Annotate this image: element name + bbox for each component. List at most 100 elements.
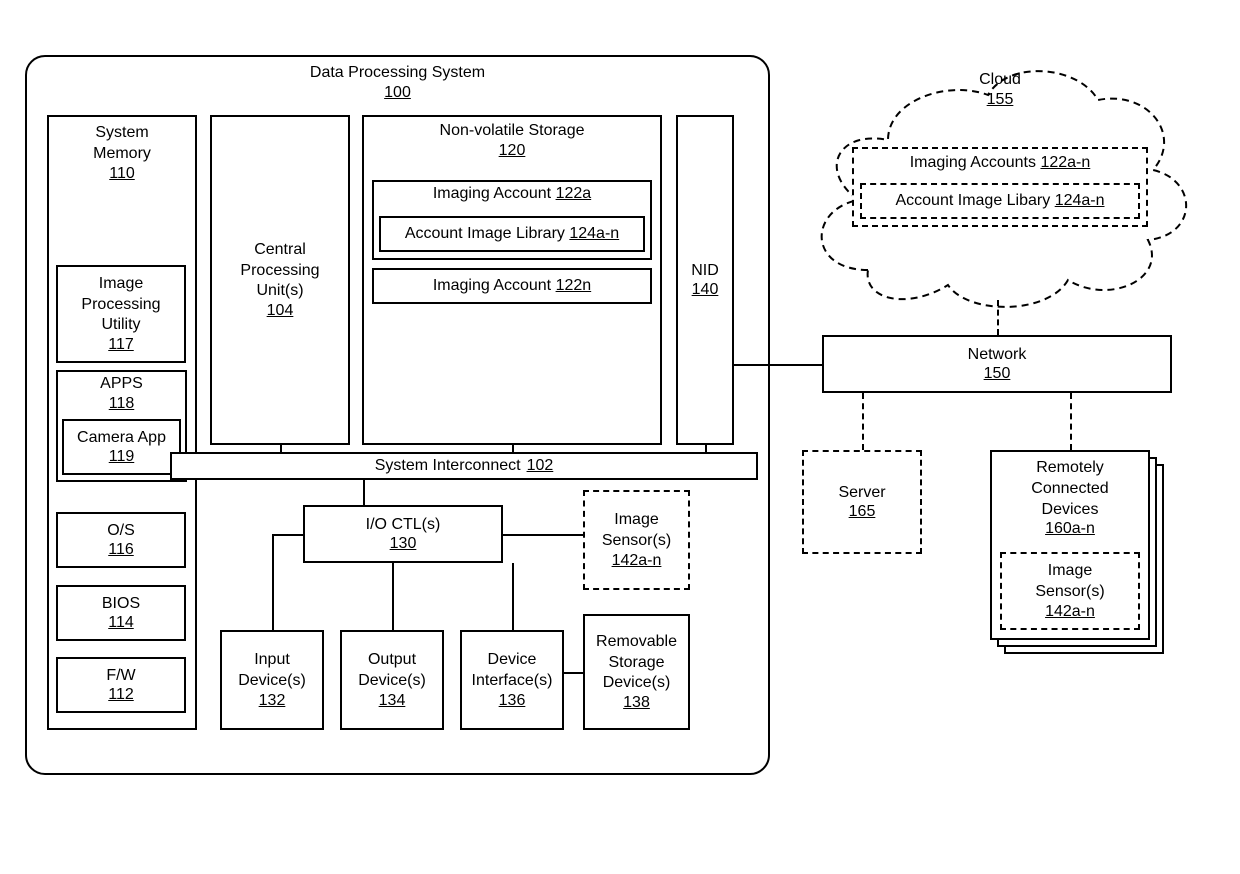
imgsens-title-1: Image xyxy=(614,510,658,531)
bios-title: BIOS xyxy=(102,594,140,615)
cloudlib-num: 124a-n xyxy=(1055,192,1105,209)
devint-num: 136 xyxy=(499,692,526,710)
cam-num: 119 xyxy=(109,448,135,466)
imgacctn-box: Imaging Account 122n xyxy=(372,268,652,304)
cpu-num: 104 xyxy=(267,302,294,320)
server-num: 165 xyxy=(849,503,876,521)
line-ioctl-imgsens xyxy=(503,534,583,536)
cpu-box: Central Processing Unit(s) 104 xyxy=(210,115,350,445)
os-box: O/S 116 xyxy=(56,512,186,568)
imgacct1-label: Imaging Account 122a xyxy=(433,184,591,205)
output-title-1: Output xyxy=(368,650,416,671)
remstor-box: Removable Storage Device(s) 138 xyxy=(583,614,690,730)
sysint-title: System Interconnect xyxy=(375,456,521,477)
network-box: Network 150 xyxy=(822,335,1172,393)
output-box: Output Device(s) 134 xyxy=(340,630,444,730)
sysint-box: System Interconnect 102 xyxy=(170,452,758,480)
line-nid-int xyxy=(705,445,707,452)
rcd-sens-box: Image Sensor(s) 142a-n xyxy=(1000,552,1140,630)
cpu-title-1: Central xyxy=(254,240,306,261)
remstor-num: 138 xyxy=(623,694,650,712)
rcdsens-num: 142a-n xyxy=(1045,603,1095,621)
input-title-1: Input xyxy=(254,650,290,671)
remstor-title-2: Storage xyxy=(608,653,664,674)
remstor-title-1: Removable xyxy=(596,632,677,653)
ioctl-num: 130 xyxy=(390,535,417,553)
line-cpu-int xyxy=(280,445,282,452)
fw-box: F/W 112 xyxy=(56,657,186,713)
ipu-title-2: Processing xyxy=(81,295,160,316)
nvs-title: Non-volatile Storage xyxy=(440,121,585,142)
imgsens-num: 142a-n xyxy=(612,552,662,570)
bios-box: BIOS 114 xyxy=(56,585,186,641)
input-title-2: Device(s) xyxy=(238,671,306,692)
devint-title-2: Interface(s) xyxy=(472,671,553,692)
line-cloud-network xyxy=(997,300,999,335)
os-num: 116 xyxy=(108,541,134,559)
line-ioctl-down-mid1 xyxy=(392,563,394,630)
apps-title: APPS xyxy=(100,374,143,395)
cloudlib-title: Account Image Libary xyxy=(895,192,1050,209)
bios-num: 114 xyxy=(108,614,134,632)
line-int-ioctl xyxy=(363,480,365,505)
dps-title: Data Processing System xyxy=(310,63,485,84)
devint-title-1: Device xyxy=(488,650,537,671)
line-nvs-int xyxy=(512,445,514,452)
line-devint-remstor xyxy=(564,672,583,674)
input-box: Input Device(s) 132 xyxy=(220,630,324,730)
server-title: Server xyxy=(838,483,885,504)
os-title: O/S xyxy=(107,521,135,542)
cloudacct-title: Imaging Accounts xyxy=(910,154,1036,171)
apps-num: 118 xyxy=(109,395,135,413)
devint-box: Device Interface(s) 136 xyxy=(460,630,564,730)
ioctl-title: I/O CTL(s) xyxy=(366,515,441,536)
line-ioctl-down-mid2 xyxy=(512,563,514,630)
dps-num: 100 xyxy=(384,84,411,102)
cloudacct-num: 122a-n xyxy=(1040,154,1090,171)
cam-title: Camera App xyxy=(77,428,166,449)
imgacctn-num: 122n xyxy=(556,277,592,294)
cpu-title-3: Unit(s) xyxy=(256,281,303,302)
rcd-num: 160a-n xyxy=(1045,520,1095,538)
sysmem-title-2: Memory xyxy=(93,144,151,165)
sysmem-title-1: System xyxy=(95,123,148,144)
imgacct1-title: Imaging Account xyxy=(433,185,551,202)
rcd-title-1: Remotely xyxy=(1036,458,1104,479)
ipu-box: Image Processing Utility 117 xyxy=(56,265,186,363)
cloud-acct-label: Imaging Accounts 122a-n xyxy=(910,153,1091,174)
cloud-title: Cloud 155 xyxy=(965,70,1035,109)
ipu-num: 117 xyxy=(108,336,134,354)
network-title: Network xyxy=(968,345,1027,366)
imgsens-box: Image Sensor(s) 142a-n xyxy=(583,490,690,590)
nvs-num: 120 xyxy=(499,142,526,160)
input-num: 132 xyxy=(259,692,286,710)
rcd-title-2: Connected xyxy=(1031,479,1108,500)
network-num: 150 xyxy=(984,365,1011,383)
output-title-2: Device(s) xyxy=(358,671,426,692)
imgacctn-title: Imaging Account xyxy=(433,277,551,294)
fw-title: F/W xyxy=(106,666,135,687)
cloud-lib-label: Account Image Libary 124a-n xyxy=(895,191,1104,212)
imgsens-title-2: Sensor(s) xyxy=(602,531,671,552)
rcdsens-title-2: Sensor(s) xyxy=(1035,582,1104,603)
ioctl-box: I/O CTL(s) 130 xyxy=(303,505,503,563)
rcd-title-3: Devices xyxy=(1042,500,1099,521)
cloud-num: 155 xyxy=(965,91,1035,109)
ail-box: Account Image Library 124a-n xyxy=(379,216,645,252)
line-network-rcd xyxy=(1070,393,1072,450)
cloud-lib-box: Account Image Libary 124a-n xyxy=(860,183,1140,219)
nid-num: 140 xyxy=(692,281,719,299)
sysmem-num: 110 xyxy=(109,165,135,183)
line-nid-network xyxy=(734,364,822,366)
fw-num: 112 xyxy=(108,686,134,704)
imgacct1-num: 122a xyxy=(556,185,592,202)
nid-box: NID 140 xyxy=(676,115,734,445)
remstor-title-3: Device(s) xyxy=(603,673,671,694)
ipu-title-3: Utility xyxy=(101,315,140,336)
output-num: 134 xyxy=(379,692,406,710)
rcdsens-title-1: Image xyxy=(1048,561,1092,582)
ail-num: 124a-n xyxy=(569,225,619,242)
server-box: Server 165 xyxy=(802,450,922,554)
line-network-server xyxy=(862,393,864,450)
line-ioctl-left xyxy=(272,534,303,536)
